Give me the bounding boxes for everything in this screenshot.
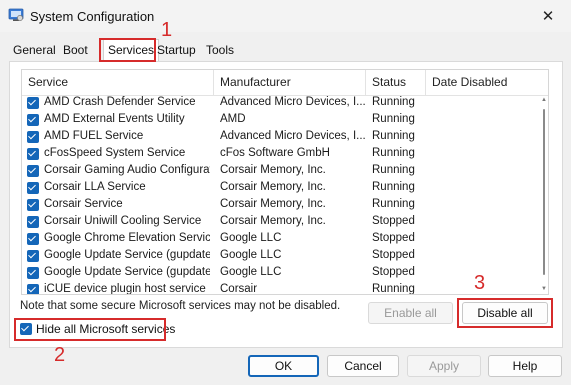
table-row[interactable]: Corsair Gaming Audio Configurat... Corsa… <box>22 163 542 180</box>
service-status: Running <box>372 198 415 210</box>
table-row[interactable]: iCUE device plugin host service Corsair … <box>22 282 542 295</box>
table-row[interactable]: Google Update Service (gupdatem) Google … <box>22 265 542 282</box>
apply-button[interactable]: Apply <box>407 355 481 377</box>
table-row[interactable]: cFosSpeed System Service cFos Software G… <box>22 146 542 163</box>
service-name: Google Update Service (gupdate) <box>44 249 210 261</box>
service-status: Stopped <box>372 266 415 278</box>
tab-startup[interactable]: Startup <box>153 40 200 60</box>
service-status: Running <box>372 164 415 176</box>
table-row[interactable]: Google Update Service (gupdate) Google L… <box>22 248 542 265</box>
service-checkbox[interactable] <box>27 97 39 109</box>
tab-boot[interactable]: Boot <box>59 40 92 60</box>
list-header: Service Manufacturer Status Date Disable… <box>22 70 548 96</box>
service-name: AMD FUEL Service <box>44 130 144 142</box>
tab-tools[interactable]: Tools <box>202 40 238 60</box>
service-status: Stopped <box>372 232 415 244</box>
service-name: Corsair Gaming Audio Configurat... <box>44 164 210 176</box>
scroll-thumb[interactable] <box>543 109 545 275</box>
annotation-number-1: 1 <box>161 19 173 41</box>
service-status: Running <box>372 113 415 125</box>
service-checkbox[interactable] <box>27 284 39 294</box>
table-row[interactable]: Corsair Uniwill Cooling Service Corsair … <box>22 214 542 231</box>
service-manufacturer: AMD <box>220 113 246 125</box>
scroll-up-icon[interactable]: ▲ <box>541 97 547 103</box>
service-manufacturer: Corsair Memory, Inc. <box>220 215 326 227</box>
enable-all-button[interactable]: Enable all <box>368 302 453 324</box>
service-checkbox[interactable] <box>27 131 39 143</box>
service-manufacturer: Google LLC <box>220 249 282 261</box>
service-manufacturer: Corsair Memory, Inc. <box>220 181 326 193</box>
column-header-manufacturer[interactable]: Manufacturer <box>214 70 366 95</box>
title-bar: System Configuration ✕ <box>0 0 571 32</box>
service-status: Running <box>372 147 415 159</box>
service-manufacturer: Advanced Micro Devices, I... <box>220 130 366 142</box>
ok-button[interactable]: OK <box>248 355 319 377</box>
close-icon[interactable]: ✕ <box>531 2 565 30</box>
service-manufacturer: Corsair <box>220 283 258 295</box>
service-manufacturer: cFos Software GmbH <box>220 147 330 159</box>
table-row[interactable]: AMD External Events Utility AMD Running <box>22 112 542 129</box>
service-name: iCUE device plugin host service <box>44 283 206 295</box>
column-header-status[interactable]: Status <box>366 70 426 95</box>
scroll-down-icon[interactable]: ▼ <box>541 286 547 292</box>
service-status: Running <box>372 181 415 193</box>
service-checkbox[interactable] <box>27 267 39 279</box>
service-checkbox[interactable] <box>27 216 39 228</box>
annotation-number-2: 2 <box>54 344 66 366</box>
service-manufacturer: Corsair Memory, Inc. <box>220 198 326 210</box>
service-status: Stopped <box>372 249 415 261</box>
service-checkbox[interactable] <box>27 233 39 245</box>
service-checkbox[interactable] <box>27 114 39 126</box>
cancel-button[interactable]: Cancel <box>327 355 399 377</box>
column-header-date-disabled[interactable]: Date Disabled <box>426 70 536 95</box>
service-status: Running <box>372 96 415 108</box>
service-name: Corsair Uniwill Cooling Service <box>44 215 202 227</box>
service-checkbox[interactable] <box>27 250 39 262</box>
service-name: Google Chrome Elevation Servic... <box>44 232 210 244</box>
service-manufacturer: Google LLC <box>220 266 282 278</box>
service-status: Stopped <box>372 215 415 227</box>
column-header-service[interactable]: Service <box>22 70 214 95</box>
service-name: AMD Crash Defender Service <box>44 96 196 108</box>
service-checkbox[interactable] <box>27 148 39 160</box>
service-name: AMD External Events Utility <box>44 113 185 125</box>
table-row[interactable]: Corsair Service Corsair Memory, Inc. Run… <box>22 197 542 214</box>
service-name: Corsair LLA Service <box>44 181 146 193</box>
annotation-number-3: 3 <box>474 272 486 294</box>
service-name: Google Update Service (gupdatem) <box>44 266 210 278</box>
service-checkbox[interactable] <box>27 199 39 211</box>
annotation-box-hide-ms <box>14 318 166 341</box>
services-list[interactable]: Service Manufacturer Status Date Disable… <box>21 69 549 295</box>
service-status: Running <box>372 283 415 295</box>
service-status: Running <box>372 130 415 142</box>
table-row[interactable]: AMD Crash Defender Service Advanced Micr… <box>22 95 542 112</box>
service-name: cFosSpeed System Service <box>44 147 186 159</box>
help-button[interactable]: Help <box>488 355 562 377</box>
table-row[interactable]: AMD FUEL Service Advanced Micro Devices,… <box>22 129 542 146</box>
service-name: Corsair Service <box>44 198 123 210</box>
vertical-scrollbar[interactable]: ▲ ▼ <box>540 95 548 294</box>
system-configuration-icon <box>8 8 24 21</box>
table-row[interactable]: Google Chrome Elevation Servic... Google… <box>22 231 542 248</box>
service-manufacturer: Advanced Micro Devices, I... <box>220 96 366 108</box>
secure-services-note: Note that some secure Microsoft services… <box>20 300 341 312</box>
table-row[interactable]: Corsair LLA Service Corsair Memory, Inc.… <box>22 180 542 197</box>
service-manufacturer: Corsair Memory, Inc. <box>220 164 326 176</box>
service-checkbox[interactable] <box>27 165 39 177</box>
annotation-box-disable-all <box>457 298 553 328</box>
tab-general[interactable]: General <box>9 40 60 60</box>
service-checkbox[interactable] <box>27 182 39 194</box>
service-manufacturer: Google LLC <box>220 232 282 244</box>
annotation-box-services-tab <box>99 38 156 62</box>
window-title: System Configuration <box>30 9 155 24</box>
